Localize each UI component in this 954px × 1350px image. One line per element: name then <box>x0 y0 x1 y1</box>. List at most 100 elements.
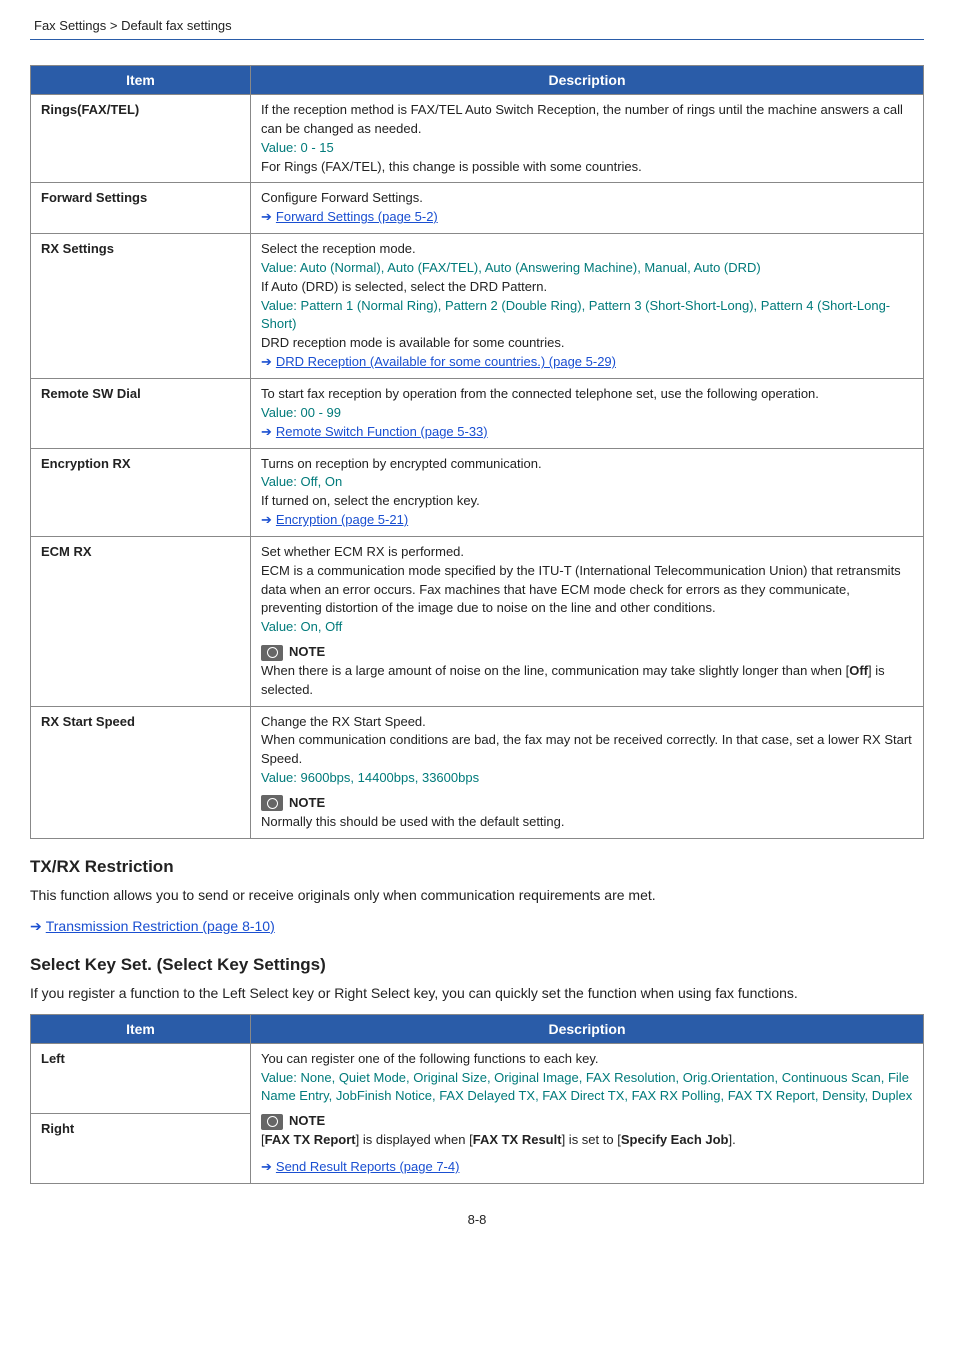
item-encryption-rx: Encryption RX <box>31 448 251 536</box>
note-label: NOTE <box>289 794 325 813</box>
note-block: NOTE <box>261 1112 913 1131</box>
link-transmission-restriction[interactable]: Transmission Restriction (page 8-10) <box>46 918 275 934</box>
table-row: Forward Settings Configure Forward Setti… <box>31 183 924 234</box>
desc-text: DRD reception mode is available for some… <box>261 335 564 350</box>
desc-select-key: You can register one of the following fu… <box>251 1043 924 1183</box>
item-rx-settings: RX Settings <box>31 234 251 379</box>
desc-rx-settings: Select the reception mode. Value: Auto (… <box>251 234 924 379</box>
item-rx-start-speed: RX Start Speed <box>31 706 251 838</box>
table-row: Left You can register one of the followi… <box>31 1043 924 1113</box>
desc-forward: Configure Forward Settings. ➔ Forward Set… <box>251 183 924 234</box>
note-block: NOTE <box>261 794 913 813</box>
breadcrumb-page: Default fax settings <box>121 18 232 33</box>
page-number: 8-8 <box>30 1212 924 1227</box>
value-text: : On, Off <box>293 619 342 634</box>
item-remote-sw-dial: Remote SW Dial <box>31 378 251 448</box>
fax-settings-table: Item Description Rings(FAX/TEL) If the r… <box>30 65 924 839</box>
section-select-key-set: Select Key Set. (Select Key Settings) <box>30 955 924 975</box>
col-header-desc: Description <box>251 1014 924 1043</box>
section-body: If you register a function to the Left S… <box>30 983 924 1004</box>
arrow-icon: ➔ <box>261 353 272 372</box>
header-divider <box>30 39 924 40</box>
note-bold: Specify Each Job <box>621 1132 729 1147</box>
desc-rings: If the reception method is FAX/TEL Auto … <box>251 95 924 183</box>
value-label: Value <box>261 770 293 785</box>
value-text: : 00 - 99 <box>293 405 341 420</box>
value-label: Value <box>261 619 293 634</box>
table-row: Rings(FAX/TEL) If the reception method i… <box>31 95 924 183</box>
note-label: NOTE <box>289 1112 325 1131</box>
breadcrumb-section: Fax Settings <box>34 18 106 33</box>
select-key-table: Item Description Left You can register o… <box>30 1014 924 1184</box>
col-header-item: Item <box>31 66 251 95</box>
desc-text: Change the RX Start Speed. <box>261 714 426 729</box>
note-text-part: ]. <box>728 1132 735 1147</box>
desc-text: Set whether ECM RX is performed. <box>261 544 464 559</box>
value-text: : Pattern 1 (Normal Ring), Pattern 2 (Do… <box>261 298 890 332</box>
desc-text: Configure Forward Settings. <box>261 190 423 205</box>
arrow-icon: ➔ <box>261 511 272 530</box>
value-text: : Off, On <box>293 474 342 489</box>
value-label: Value <box>261 140 293 155</box>
note-icon <box>261 645 283 661</box>
desc-text: Select the reception mode. <box>261 241 416 256</box>
note-bold: Off <box>849 663 868 678</box>
item-forward: Forward Settings <box>31 183 251 234</box>
value-label: Value <box>261 405 293 420</box>
arrow-icon: ➔ <box>261 1158 272 1177</box>
table-row: RX Settings Select the reception mode. V… <box>31 234 924 379</box>
desc-text: If Auto (DRD) is selected, select the DR… <box>261 279 547 294</box>
value-label: Value <box>261 260 293 275</box>
value-text: : None, Quiet Mode, Original Size, Origi… <box>261 1070 912 1104</box>
note-icon <box>261 1114 283 1130</box>
arrow-icon: ➔ <box>261 423 272 442</box>
arrow-icon: ➔ <box>261 208 272 227</box>
section-txrx-restriction: TX/RX Restriction <box>30 857 924 877</box>
value-label: Value <box>261 298 293 313</box>
table-row: Remote SW Dial To start fax reception by… <box>31 378 924 448</box>
note-text-part: ] is set to [ <box>562 1132 621 1147</box>
note-text-part: ] is displayed when [ <box>356 1132 473 1147</box>
table-row: RX Start Speed Change the RX Start Speed… <box>31 706 924 838</box>
desc-text: ECM is a communication mode specified by… <box>261 563 901 616</box>
col-header-desc: Description <box>251 66 924 95</box>
desc-ecm-rx: Set whether ECM RX is performed. ECM is … <box>251 536 924 706</box>
link-send-result-reports[interactable]: Send Result Reports (page 7-4) <box>276 1159 460 1174</box>
section-body: This function allows you to send or rece… <box>30 885 924 906</box>
note-label: NOTE <box>289 643 325 662</box>
item-ecm-rx: ECM RX <box>31 536 251 706</box>
desc-text: For Rings (FAX/TEL), this change is poss… <box>261 159 642 174</box>
item-right: Right <box>31 1113 251 1183</box>
value-label: Value <box>261 1070 293 1085</box>
note-text: [FAX TX Report] is displayed when [FAX T… <box>261 1132 736 1147</box>
table-row: ECM RX Set whether ECM RX is performed. … <box>31 536 924 706</box>
link-drd-reception[interactable]: DRD Reception (Available for some countr… <box>276 354 616 369</box>
desc-text: If turned on, select the encryption key. <box>261 493 480 508</box>
desc-text: If the reception method is FAX/TEL Auto … <box>261 102 903 136</box>
note-text: When there is a large amount of noise on… <box>261 663 885 697</box>
note-icon <box>261 795 283 811</box>
note-bold: FAX TX Result <box>473 1132 562 1147</box>
desc-text: When communication conditions are bad, t… <box>261 732 912 766</box>
value-text: : 0 - 15 <box>293 140 333 155</box>
item-rings: Rings(FAX/TEL) <box>31 95 251 183</box>
table-row: Encryption RX Turns on reception by encr… <box>31 448 924 536</box>
link-remote-switch[interactable]: Remote Switch Function (page 5-33) <box>276 424 488 439</box>
item-left: Left <box>31 1043 251 1113</box>
arrow-icon: ➔ <box>30 916 42 937</box>
note-text: Normally this should be used with the de… <box>261 814 565 829</box>
desc-text: Turns on reception by encrypted communic… <box>261 456 542 471</box>
col-header-item: Item <box>31 1014 251 1043</box>
value-label: Value <box>261 474 293 489</box>
desc-text: To start fax reception by operation from… <box>261 386 819 401</box>
breadcrumb: Fax Settings > Default fax settings <box>30 0 924 39</box>
note-text-part: When there is a large amount of noise on… <box>261 663 849 678</box>
value-text: : Auto (Normal), Auto (FAX/TEL), Auto (A… <box>293 260 760 275</box>
desc-rx-start-speed: Change the RX Start Speed. When communic… <box>251 706 924 838</box>
link-forward-settings[interactable]: Forward Settings (page 5-2) <box>276 209 438 224</box>
value-text: : 9600bps, 14400bps, 33600bps <box>293 770 479 785</box>
note-block: NOTE <box>261 643 913 662</box>
link-encryption[interactable]: Encryption (page 5-21) <box>276 512 408 527</box>
desc-encryption-rx: Turns on reception by encrypted communic… <box>251 448 924 536</box>
note-bold: FAX TX Report <box>265 1132 356 1147</box>
